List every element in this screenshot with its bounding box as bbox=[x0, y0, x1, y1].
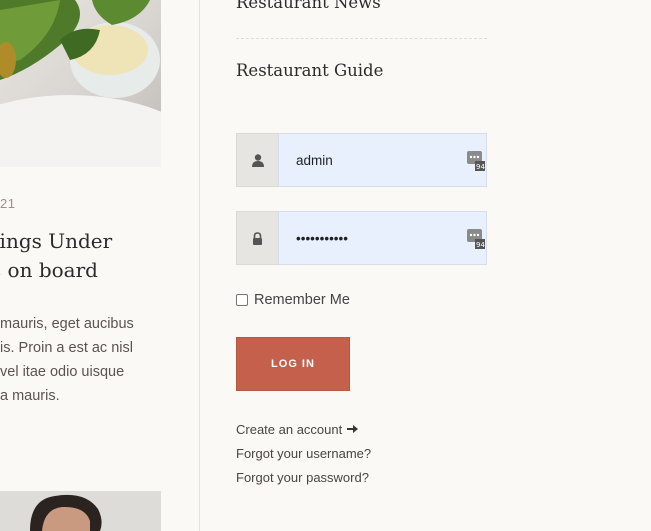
article-title-line: rings Under bbox=[0, 229, 113, 253]
excerpt-line: is. Proin a est ac nisl bbox=[0, 340, 133, 356]
svg-text:94: 94 bbox=[476, 241, 485, 249]
excerpt-line: vel itae odio uisque bbox=[0, 364, 125, 380]
remember-me-label[interactable]: Remember Me bbox=[254, 292, 350, 308]
restaurant-news-link[interactable]: Restaurant News bbox=[236, 0, 381, 12]
person-image[interactable] bbox=[0, 491, 161, 531]
password-input[interactable]: ••••••••••• 94 bbox=[278, 211, 487, 265]
food-image[interactable] bbox=[0, 0, 161, 167]
create-account-label[interactable]: Create an account bbox=[236, 418, 342, 442]
restaurant-guide-link[interactable]: Restaurant Guide bbox=[236, 61, 383, 80]
excerpt-line: a mauris. bbox=[0, 388, 60, 404]
password-manager-icon[interactable]: 94 bbox=[467, 229, 485, 249]
remember-me[interactable]: Remember Me bbox=[236, 292, 350, 308]
article-title[interactable]: rings Under c on board bbox=[0, 227, 190, 285]
article-excerpt: mauris, eget aucibus is. Proin a est ac … bbox=[0, 312, 200, 408]
login-button[interactable]: LOG IN bbox=[236, 337, 350, 391]
username-value: admin bbox=[296, 152, 333, 168]
svg-text:94: 94 bbox=[476, 163, 485, 171]
article-date: 21 bbox=[0, 196, 16, 211]
username-input[interactable]: admin 94 bbox=[278, 133, 487, 187]
remember-me-checkbox[interactable] bbox=[236, 294, 248, 306]
user-icon bbox=[236, 133, 278, 187]
create-account-link[interactable]: Create an account bbox=[236, 418, 371, 442]
article-title-line: c on board bbox=[0, 258, 98, 282]
forgot-password-link[interactable]: Forgot your password? bbox=[236, 466, 371, 490]
excerpt-line: mauris, eget aucibus bbox=[0, 316, 134, 332]
arrow-right-icon bbox=[347, 418, 359, 442]
login-links: Create an account Forgot your username? … bbox=[236, 418, 371, 490]
password-value: ••••••••••• bbox=[296, 230, 348, 246]
password-group: ••••••••••• 94 bbox=[236, 211, 487, 265]
article-column: 21 rings Under c on board mauris, eget a… bbox=[0, 0, 200, 531]
lock-icon bbox=[236, 211, 278, 265]
password-manager-icon[interactable]: 94 bbox=[467, 151, 485, 171]
separator bbox=[236, 38, 487, 39]
column-divider bbox=[199, 0, 200, 531]
username-group: admin 94 bbox=[236, 133, 487, 187]
forgot-username-link[interactable]: Forgot your username? bbox=[236, 442, 371, 466]
